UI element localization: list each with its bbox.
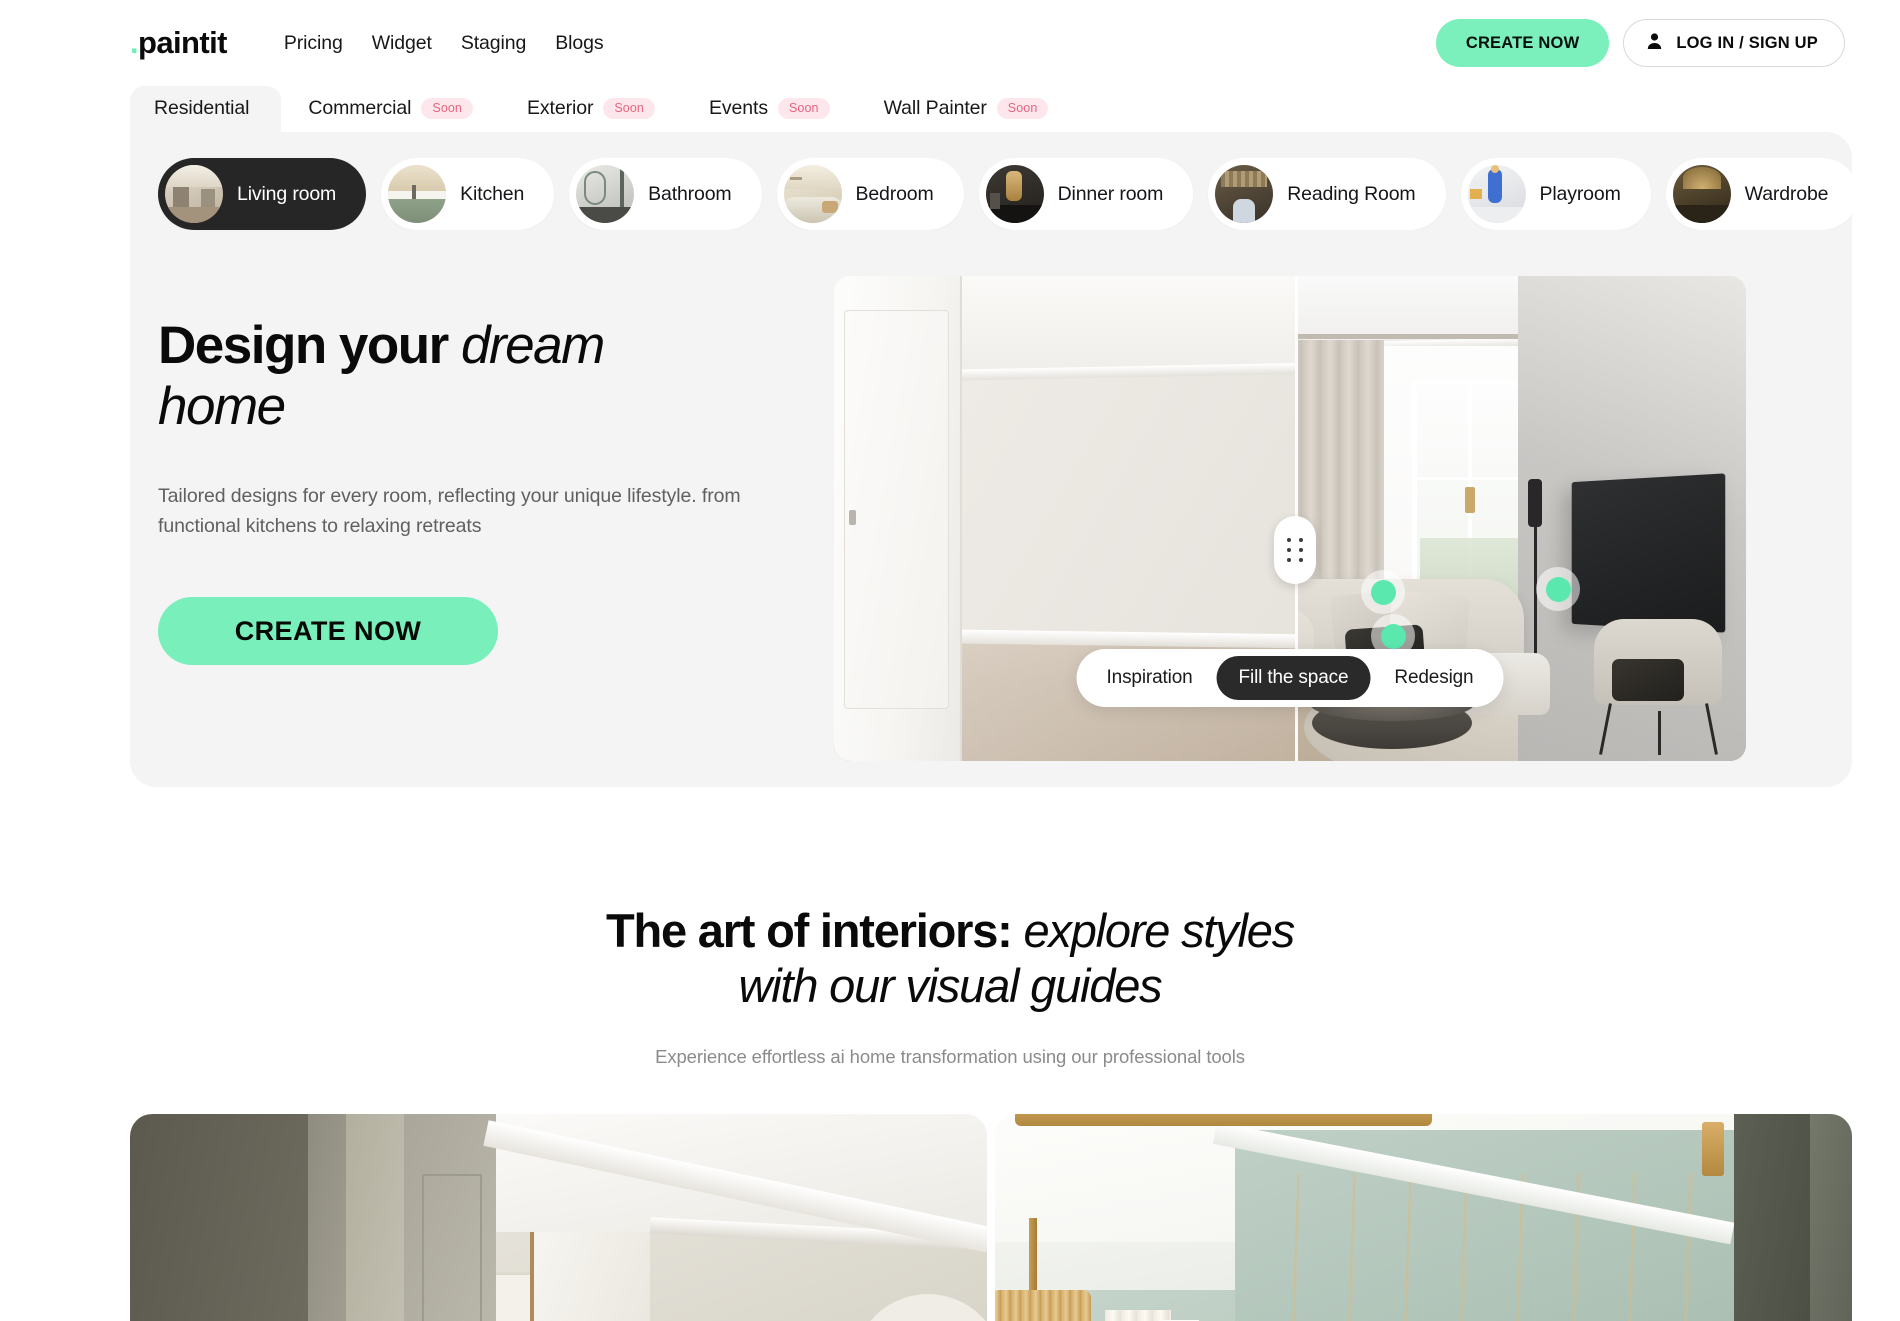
login-signup-label: LOG IN / SIGN UP xyxy=(1676,33,1818,52)
room-chip-playroom[interactable]: Playroom xyxy=(1460,158,1651,230)
tab-exterior-label: Exterior xyxy=(526,97,594,119)
room-chip-label: Reading Room xyxy=(1287,182,1416,205)
section-title-italic-1: explore styles xyxy=(1023,904,1295,957)
room-thumb-dinner-room xyxy=(985,165,1044,223)
room-thumb-bedroom xyxy=(783,165,842,223)
login-signup-button[interactable]: LOG IN / SIGN UP xyxy=(1623,19,1845,67)
room-thumb-reading-room xyxy=(1215,165,1274,223)
visual-guides-section: The art of interiors: explore styles wit… xyxy=(0,787,1900,1068)
logo-text: paintit xyxy=(138,25,227,60)
tab-events-label: Events xyxy=(708,97,768,119)
badge-soon-wall-painter: Soon xyxy=(996,98,1049,119)
badge-soon-exterior: Soon xyxy=(603,98,655,119)
nav-item-blogs[interactable]: Blogs xyxy=(555,32,603,55)
gallery-card-sage-room[interactable] xyxy=(995,1113,1852,1321)
tab-commercial-label: Commercial xyxy=(308,97,412,119)
main-nav: Pricing Widget Staging Blogs xyxy=(284,32,604,55)
gallery-row xyxy=(130,1113,1852,1321)
hotspot-marker-chair[interactable] xyxy=(1536,567,1580,611)
hero-subtitle: Tailored designs for every room, reflect… xyxy=(158,484,741,538)
logo-dot: . xyxy=(130,25,139,60)
room-chip-label: Bedroom xyxy=(855,182,934,205)
mode-redesign[interactable]: Redesign xyxy=(1372,656,1495,700)
hotspot-marker-sofa[interactable] xyxy=(1361,570,1405,614)
tab-residential-label: Residential xyxy=(154,97,250,119)
create-now-button-header[interactable]: CREATE NOW xyxy=(1435,19,1610,67)
room-chip-reading-room[interactable]: Reading Room xyxy=(1208,158,1446,230)
room-chip-label: Wardrobe xyxy=(1744,182,1829,205)
hero-panel: Living room Kitchen Bathroom Bedroom Din… xyxy=(130,132,1852,787)
section-subtitle: Experience effortless ai home transforma… xyxy=(655,1045,1245,1067)
room-chip-label: Kitchen xyxy=(460,182,525,205)
room-thumb-living-room xyxy=(165,165,223,223)
person-icon xyxy=(1646,32,1663,55)
badge-soon-commercial: Soon xyxy=(421,98,473,119)
room-chip-label: Playroom xyxy=(1539,182,1621,205)
nav-item-staging[interactable]: Staging xyxy=(461,32,527,55)
room-chip-label: Bathroom xyxy=(648,182,732,205)
badge-soon-events: Soon xyxy=(777,98,830,119)
comparison-slider-handle[interactable] xyxy=(1274,516,1316,584)
logo[interactable]: . paintit xyxy=(130,25,227,61)
tab-exterior[interactable]: Exterior Soon xyxy=(500,86,682,132)
room-chip-bathroom[interactable]: Bathroom xyxy=(569,158,762,230)
drag-dots-icon xyxy=(1286,538,1304,562)
nav-item-pricing[interactable]: Pricing xyxy=(284,32,343,55)
mode-segmented-control: Inspiration Fill the space Redesign xyxy=(1076,649,1504,707)
mode-fill-the-space[interactable]: Fill the space xyxy=(1216,656,1371,700)
tab-commercial[interactable]: Commercial Soon xyxy=(281,86,500,132)
room-chip-label: Dinner room xyxy=(1057,182,1164,205)
section-title-bold: The art of interiors: xyxy=(605,904,1024,957)
site-header: . paintit Pricing Widget Staging Blogs CR… xyxy=(0,0,1900,86)
gallery-card-beige-room[interactable] xyxy=(130,1113,987,1321)
hero-title: Design your dream home xyxy=(158,315,718,438)
tab-residential[interactable]: Residential xyxy=(130,86,282,132)
nav-item-widget[interactable]: Widget xyxy=(372,32,432,55)
room-chip-wardrobe[interactable]: Wardrobe xyxy=(1665,158,1852,230)
room-chips-row[interactable]: Living room Kitchen Bathroom Bedroom Din… xyxy=(130,158,1852,230)
tab-wall-painter[interactable]: Wall Painter Soon xyxy=(857,86,1076,132)
room-thumb-wardrobe xyxy=(1672,165,1731,223)
section-title: The art of interiors: explore styles wit… xyxy=(0,903,1900,1014)
room-chip-kitchen[interactable]: Kitchen xyxy=(381,158,555,230)
room-thumb-kitchen xyxy=(388,165,447,223)
hero-copy: Design your dream home Tailored designs … xyxy=(130,276,830,761)
tab-events[interactable]: Events Soon xyxy=(682,86,857,132)
hero-body: Design your dream home Tailored designs … xyxy=(130,230,1852,761)
category-tabs: Residential Commercial Soon Exterior Soo… xyxy=(130,86,1900,132)
room-chip-dinner-room[interactable]: Dinner room xyxy=(978,158,1194,230)
create-now-button-hero[interactable]: CREATE NOW xyxy=(158,597,498,666)
room-thumb-bathroom xyxy=(576,165,635,223)
hero-title-bold: Design your xyxy=(158,316,462,375)
tab-wall-painter-label: Wall Painter xyxy=(883,97,987,119)
section-title-italic-2: with our visual guides xyxy=(738,959,1163,1013)
header-actions: CREATE NOW LOG IN / SIGN UP xyxy=(1435,19,1845,67)
room-chip-bedroom[interactable]: Bedroom xyxy=(776,158,964,230)
before-after-comparison[interactable]: Inspiration Fill the space Redesign xyxy=(834,276,1746,761)
room-chip-living-room[interactable]: Living room xyxy=(158,158,367,230)
category-tabs-wrapper: Residential Commercial Soon Exterior Soo… xyxy=(0,86,1900,132)
room-chip-label: Living room xyxy=(237,182,337,205)
room-thumb-playroom xyxy=(1467,165,1526,223)
mode-inspiration[interactable]: Inspiration xyxy=(1085,656,1215,700)
